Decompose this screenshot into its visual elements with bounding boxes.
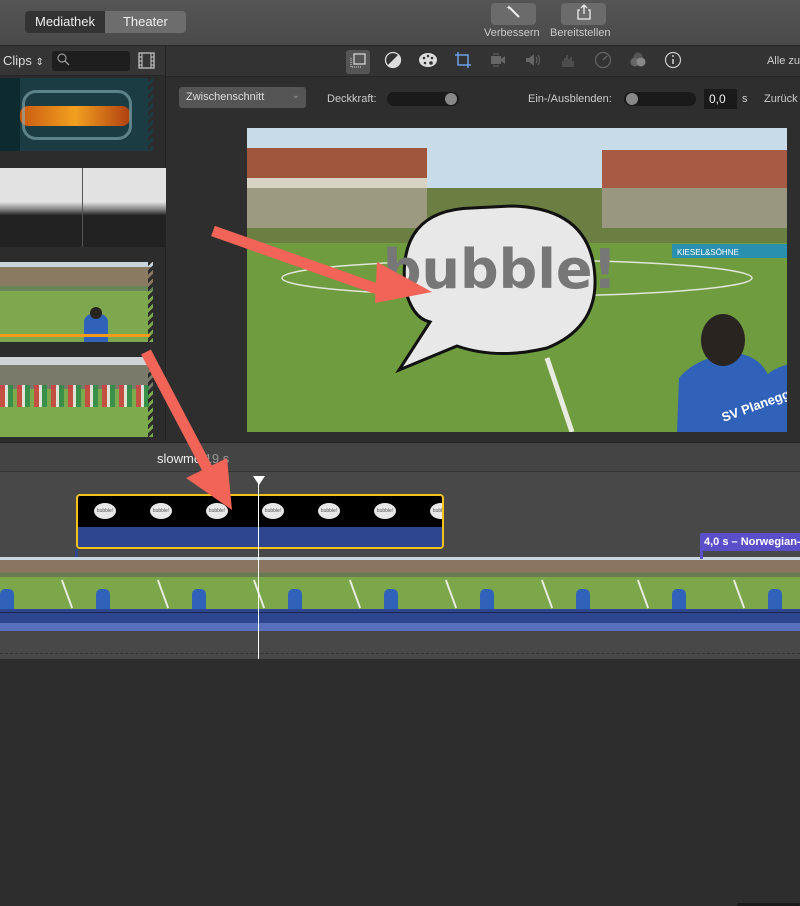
crop-icon <box>454 51 472 74</box>
view-switcher: Mediathek Theater <box>25 11 186 33</box>
speech-bubble-text: bubble! <box>383 238 617 301</box>
filmstrip-frame-player <box>384 589 398 609</box>
filmstrip-frame-player <box>96 589 110 609</box>
overlay-controls: Zwischenschnitt ⌄ Deckkraft: Ein-/Ausble… <box>166 77 800 122</box>
sidebar-header: Clips ⇕ <box>0 46 165 76</box>
volume-button[interactable] <box>521 50 545 74</box>
title-clip-bar <box>78 527 442 547</box>
filmstrip-frame-player <box>480 589 494 609</box>
audio-waveform[interactable] <box>0 609 800 631</box>
project-duration: 19 s <box>204 451 230 466</box>
share-label: Bereitstellen <box>550 27 611 39</box>
title-clip-bubble-thumb: bubble! <box>150 503 172 519</box>
project-title: slowmo 19 s <box>157 451 229 466</box>
clip-filter-button[interactable] <box>626 50 650 74</box>
filmstrip-icon[interactable] <box>138 52 155 74</box>
bubble-title-clip[interactable]: bubble! bubble! bubble! bubble! bubble! bubbl… <box>76 494 444 549</box>
video-overlay-button[interactable] <box>346 50 370 74</box>
overlay-mode-dropdown[interactable]: Zwischenschnitt ⌄ <box>179 87 306 108</box>
color-correction-button[interactable] <box>416 50 440 74</box>
speaker-icon <box>524 52 542 73</box>
opacity-slider[interactable] <box>387 92 459 106</box>
title-clip-bubble-thumb: bubble! <box>94 503 116 519</box>
transition-label[interactable]: 4,0 s – Norwegian- <box>700 533 800 551</box>
reset-button[interactable]: Zurück <box>764 93 798 105</box>
clip-thumbnail-teams[interactable] <box>0 357 153 437</box>
transition-marker <box>700 551 703 559</box>
title-clip-bubble-thumb: bubble! <box>262 503 284 519</box>
video-preview[interactable]: KIESEL&SÖHNE SV Planegg bubble! <box>247 128 787 432</box>
overlay-mode-value: Zwischenschnitt <box>186 91 265 103</box>
fade-unit-label: s <box>742 93 748 105</box>
used-clip-marker <box>0 334 150 337</box>
filter-circles-icon <box>629 51 647 74</box>
main-video-clip[interactable] <box>0 557 800 609</box>
fade-slider[interactable] <box>624 92 696 106</box>
updown-chevron-icon: ⇕ <box>35 57 44 68</box>
stabilization-button[interactable] <box>486 50 510 74</box>
title-clip-bubble-thumb: bubble! <box>430 503 442 519</box>
equalizer-icon <box>560 52 576 73</box>
share-icon <box>576 3 591 25</box>
timeline: bubble! bubble! bubble! bubble! bubble! bubbl… <box>0 472 800 659</box>
palette-icon <box>418 52 438 73</box>
search-input[interactable] <box>52 51 130 71</box>
library-sidebar: Clips ⇕ <box>0 46 166 441</box>
clip-thumbnail-gradient[interactable] <box>0 168 166 247</box>
clips-label: Clips <box>3 53 32 68</box>
title-clip-bubble-thumb: bubble! <box>374 503 396 519</box>
timeline-divider <box>0 653 800 654</box>
chevron-down-icon: ⌄ <box>291 90 300 101</box>
title-clip-bubble-thumb: bubble! <box>318 503 340 519</box>
fade-duration-input[interactable]: 0,0 <box>704 89 737 109</box>
fade-slider-knob[interactable] <box>626 93 638 105</box>
playhead-handle[interactable] <box>253 476 265 485</box>
speedometer-icon <box>594 51 612 74</box>
overlay-icon <box>350 52 366 73</box>
filmstrip-frame-player <box>192 589 206 609</box>
filmstrip-frame-player <box>576 589 590 609</box>
opacity-label: Deckkraft: <box>327 93 377 105</box>
playhead[interactable] <box>258 478 259 659</box>
color-balance-icon <box>384 51 402 74</box>
clip-connector <box>75 549 78 557</box>
inspector-toolbar: Alle zu <box>166 46 800 77</box>
speed-button[interactable] <box>591 50 615 74</box>
clip-info-button[interactable] <box>661 50 685 74</box>
ad-banner-text: KIESEL&SÖHNE <box>677 248 739 257</box>
enhance-button[interactable]: ✦ <box>491 3 536 25</box>
clip-thumbnail-player[interactable] <box>0 262 153 342</box>
project-name: slowmo <box>157 451 202 466</box>
preview-scene: KIESEL&SÖHNE SV Planegg bubble! <box>247 128 787 432</box>
camera-icon <box>489 52 507 73</box>
opacity-slider-knob[interactable] <box>445 93 457 105</box>
filmstrip-frame-player <box>288 589 302 609</box>
magic-wand-icon: ✦ <box>506 4 522 25</box>
tab-mediathek[interactable]: Mediathek <box>25 11 105 33</box>
clips-filter[interactable]: Clips ⇕ <box>3 53 44 68</box>
crop-button[interactable] <box>451 50 475 74</box>
filmstrip-frame-player <box>672 589 686 609</box>
top-toolbar: Mediathek Theater ✦ Verbessern Bereitste… <box>0 0 800 46</box>
fade-label: Ein-/Ausblenden: <box>528 93 612 105</box>
tab-theater[interactable]: Theater <box>104 11 186 33</box>
share-button[interactable] <box>561 3 606 25</box>
reset-all-button[interactable]: Alle zu <box>767 55 800 67</box>
info-icon <box>664 51 682 74</box>
viewer: KIESEL&SÖHNE SV Planegg bubble! <box>166 122 800 442</box>
search-icon <box>57 53 70 71</box>
timeline-header: slowmo 19 s <box>0 442 800 906</box>
filmstrip-frame-player <box>768 589 782 609</box>
clip-thumbnail-sci-fi[interactable] <box>0 78 153 151</box>
enhance-label: Verbessern <box>484 27 540 39</box>
filmstrip-frame-player <box>0 589 14 609</box>
color-balance-button[interactable] <box>381 50 405 74</box>
equalizer-button[interactable] <box>556 50 580 74</box>
title-clip-bubble-thumb: bubble! <box>206 503 228 519</box>
svg-text:✦: ✦ <box>506 4 512 12</box>
